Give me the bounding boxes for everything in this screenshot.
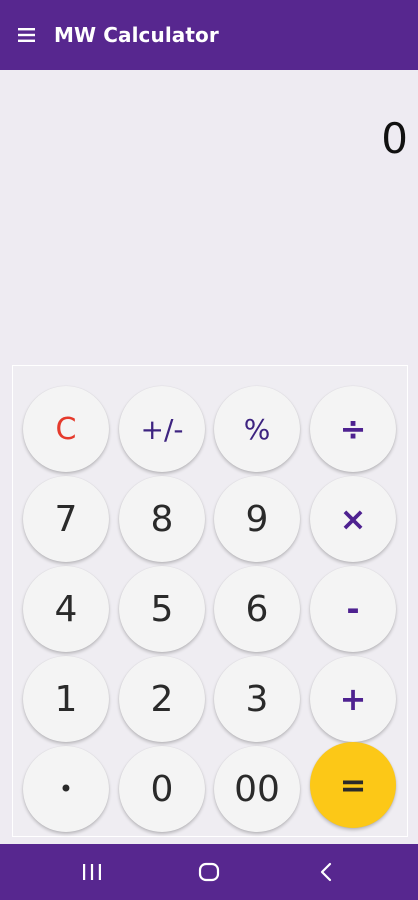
digit-4-button[interactable]: 4 [23,566,109,652]
divide-button[interactable]: ÷ [310,386,396,472]
digit-6-button[interactable]: 6 [214,566,300,652]
home-button[interactable] [179,844,239,900]
recent-apps-button[interactable] [62,844,122,900]
multiply-button[interactable]: × [310,476,396,562]
hamburger-menu-icon [18,28,35,42]
menu-button[interactable] [0,0,54,70]
system-nav-bar [0,844,418,900]
decimal-button[interactable]: • [23,746,109,832]
result-display: 0 [0,70,418,365]
sign-toggle-button[interactable]: +/- [119,386,205,472]
equals-button[interactable]: = [310,742,396,828]
digit-9-button[interactable]: 9 [214,476,300,562]
digit-2-button[interactable]: 2 [119,656,205,742]
clear-button[interactable]: C [23,386,109,472]
display-value: 0 [381,114,408,163]
double-zero-button[interactable]: 00 [214,746,300,832]
digit-7-button[interactable]: 7 [23,476,109,562]
digit-3-button[interactable]: 3 [214,656,300,742]
back-icon [320,862,332,882]
digit-5-button[interactable]: 5 [119,566,205,652]
recent-apps-icon [83,864,101,880]
add-button[interactable]: + [310,656,396,742]
percent-button[interactable]: % [214,386,300,472]
keypad: C +/- % ÷ 7 8 9 × 4 5 6 - 1 2 3 + • 0 00… [12,365,408,837]
app-title: MW Calculator [54,23,219,47]
subtract-button[interactable]: - [310,566,396,652]
back-button[interactable] [296,844,356,900]
digit-0-button[interactable]: 0 [119,746,205,832]
app-bar: MW Calculator [0,0,418,70]
digit-1-button[interactable]: 1 [23,656,109,742]
home-icon [198,862,220,882]
digit-8-button[interactable]: 8 [119,476,205,562]
